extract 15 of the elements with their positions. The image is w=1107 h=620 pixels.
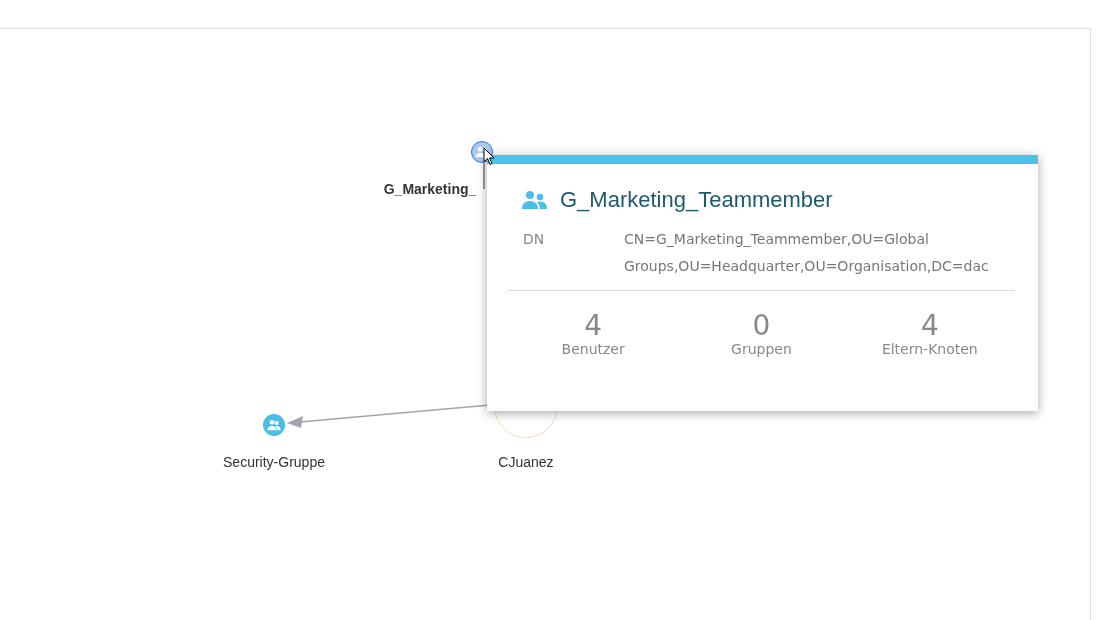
node-label: Security-Gruppe — [223, 454, 325, 470]
stat-value: 0 — [752, 311, 771, 341]
node-label: G_Marketing_ — [383, 181, 477, 197]
node-label: CJuanez — [498, 454, 554, 470]
tooltip-title: G_Marketing_Teammember — [560, 187, 833, 213]
group-node-icon[interactable] — [263, 414, 285, 436]
stat-label: Gruppen — [731, 341, 792, 357]
stat-value: 4 — [920, 311, 939, 341]
group-icon — [522, 190, 548, 210]
edge-line — [483, 162, 485, 190]
stat-label: Benutzer — [561, 341, 625, 357]
dn-label: DN — [523, 231, 546, 249]
stat-label: Eltern-Knoten — [881, 341, 978, 357]
dn-value: CN=G_Marketing_Teammember,OU=Global Groups,OU=Headquarter,OU=Organisation,DC=dac — [624, 230, 990, 276]
stat-value: 4 — [584, 311, 603, 341]
